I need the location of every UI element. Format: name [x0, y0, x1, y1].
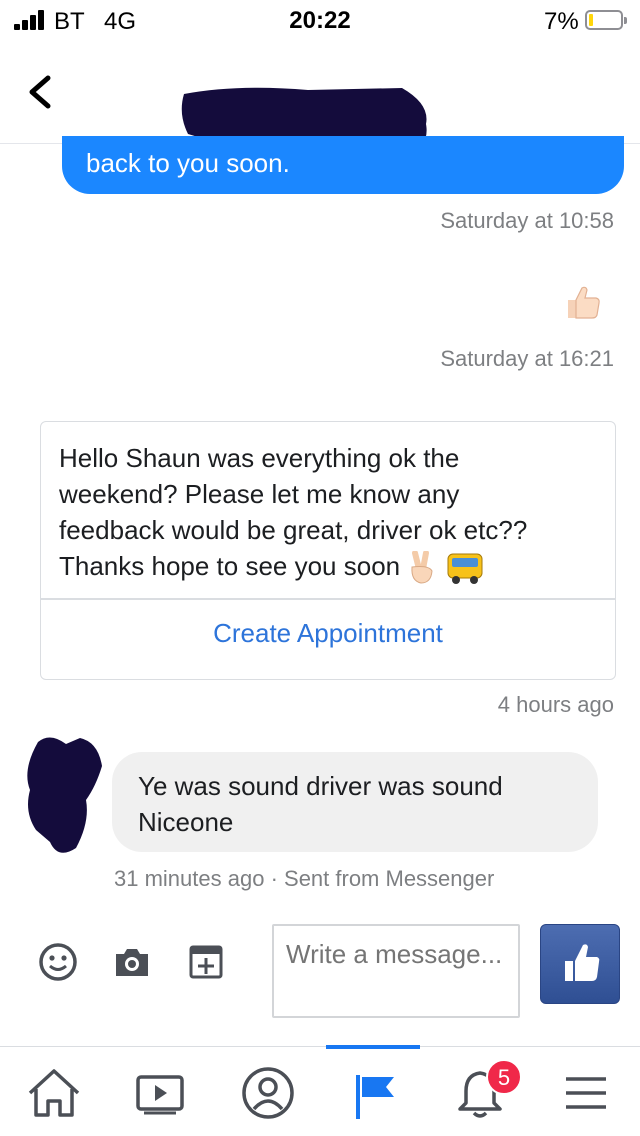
message-source: Sent from Messenger — [284, 866, 495, 891]
bottom-tab-bar: 5 — [0, 1045, 640, 1136]
incoming-message-line: Ye was sound driver was sound — [138, 771, 503, 801]
message-timestamp: 4 hours ago — [497, 692, 614, 717]
add-media-icon[interactable] — [186, 942, 226, 982]
notification-badge: 5 — [486, 1059, 522, 1095]
emoji-icon[interactable] — [38, 942, 78, 982]
message-input[interactable] — [272, 924, 520, 1018]
create-appointment-button[interactable]: Create Appointment — [41, 618, 615, 649]
message-card: Hello Shaun was everything ok the weeken… — [40, 421, 616, 680]
chevron-left-icon[interactable] — [18, 70, 62, 114]
victory-hand-icon — [411, 551, 433, 584]
conversation-header — [0, 40, 640, 162]
profile-icon[interactable] — [236, 1061, 300, 1125]
thumbs-up-icon — [568, 286, 600, 319]
message-timestamp: Saturday at 16:21 — [440, 346, 614, 371]
outgoing-message-bubble[interactable]: back to you soon. — [62, 136, 624, 194]
battery-percent: 7% — [544, 8, 579, 35]
watch-video-icon[interactable] — [128, 1061, 192, 1125]
message-timestamp: Saturday at 10:58 — [440, 208, 614, 233]
card-divider — [41, 598, 615, 600]
pages-flag-icon[interactable] — [342, 1061, 406, 1125]
card-message-text: Hello Shaun was everything ok the weeken… — [59, 440, 599, 585]
incoming-message-bubble[interactable]: Ye was sound driver was sound Niceone — [112, 752, 598, 852]
meta-separator: · — [270, 866, 278, 891]
like-icon — [565, 944, 600, 981]
home-icon[interactable] — [22, 1061, 86, 1125]
camera-icon[interactable] — [112, 942, 152, 982]
menu-hamburger-icon[interactable] — [554, 1061, 618, 1125]
battery-icon — [585, 10, 627, 30]
incoming-message-line: Niceone — [138, 807, 234, 837]
like-button[interactable] — [540, 924, 620, 1004]
message-time: 31 minutes ago — [114, 866, 265, 891]
outgoing-message-text: back to you soon. — [86, 148, 290, 178]
active-tab-indicator — [326, 1045, 420, 1049]
bus-icon — [447, 553, 483, 585]
message-meta: 31 minutes ago · Sent from Messenger — [114, 866, 494, 892]
redacted-avatar[interactable] — [20, 730, 110, 860]
status-bar: BT 4G 20:22 7% — [0, 0, 640, 40]
